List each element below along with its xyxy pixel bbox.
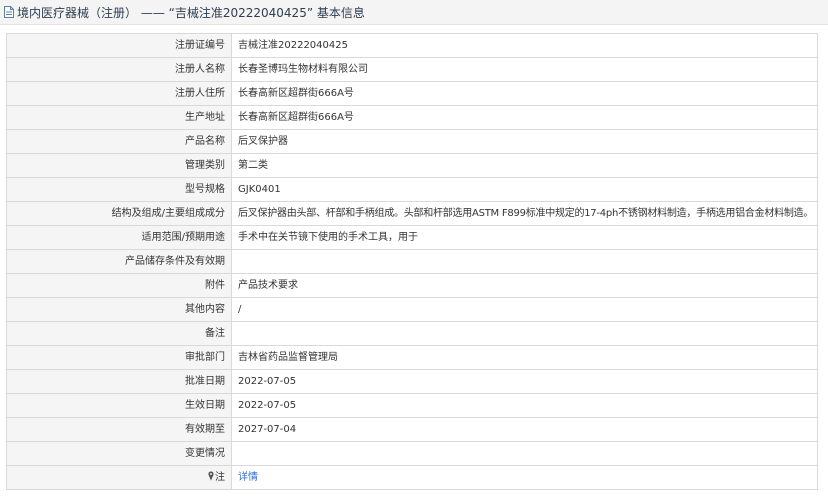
table-row: 结构及组成/主要组成成分 后叉保护器由头部、杆部和手柄组成。头部和杆部选用AST… bbox=[6, 201, 818, 226]
table-row: 型号规格 GJK0401 bbox=[6, 177, 818, 202]
table-row: 批准日期 2022-07-05 bbox=[6, 369, 818, 394]
table-row: 变更情况 bbox=[6, 441, 818, 466]
info-table-container: 注册证编号 吉械注准20222040425 注册人名称 长春圣博玛生物材料有限公… bbox=[6, 33, 818, 490]
row-value bbox=[231, 441, 818, 466]
row-label: 批准日期 bbox=[6, 369, 232, 394]
row-value: 长春高新区超群街666A号 bbox=[231, 81, 818, 106]
table-row: 注册证编号 吉械注准20222040425 bbox=[6, 33, 818, 58]
row-value: 产品技术要求 bbox=[231, 273, 818, 298]
table-row: 产品名称 后叉保护器 bbox=[6, 129, 818, 154]
row-label: 附件 bbox=[6, 273, 232, 298]
row-value: 手术中在关节镜下使用的手术工具，用于 bbox=[231, 225, 818, 250]
row-value: 2027-07-04 bbox=[231, 417, 818, 442]
row-value: GJK0401 bbox=[231, 177, 818, 202]
note-label: 注 bbox=[215, 472, 225, 483]
row-value: 第二类 bbox=[231, 153, 818, 178]
table-row: 审批部门 吉林省药品监督管理局 bbox=[6, 345, 818, 370]
table-row: 注册人住所 长春高新区超群街666A号 bbox=[6, 81, 818, 106]
document-icon bbox=[4, 6, 14, 18]
row-value: 长春圣博玛生物材料有限公司 bbox=[231, 57, 818, 82]
row-value: 长春高新区超群街666A号 bbox=[231, 105, 818, 130]
row-label: 变更情况 bbox=[6, 441, 232, 466]
map-pin-icon bbox=[208, 471, 214, 481]
table-row: 附件 产品技术要求 bbox=[6, 273, 818, 298]
table-row: 生产地址 长春高新区超群街666A号 bbox=[6, 105, 818, 130]
row-label: 生产地址 bbox=[6, 105, 232, 130]
table-row: 其他内容 / bbox=[6, 297, 818, 322]
row-value: 吉林省药品监督管理局 bbox=[231, 345, 818, 370]
note-label-cell: 注 bbox=[6, 465, 232, 490]
row-value: 2022-07-05 bbox=[231, 393, 818, 418]
info-table: 注册证编号 吉械注准20222040425 注册人名称 长春圣博玛生物材料有限公… bbox=[6, 33, 818, 490]
page-title: 境内医疗器械（注册） —— “吉械注准20222040425” 基本信息 bbox=[17, 5, 365, 20]
row-label: 产品名称 bbox=[6, 129, 232, 154]
row-label: 注册人名称 bbox=[6, 57, 232, 82]
row-value: 2022-07-05 bbox=[231, 369, 818, 394]
row-value: 吉械注准20222040425 bbox=[231, 33, 818, 58]
row-label: 生效日期 bbox=[6, 393, 232, 418]
note-value-cell: 详情 bbox=[231, 465, 818, 490]
row-value bbox=[231, 321, 818, 346]
table-row: 管理类别 第二类 bbox=[6, 153, 818, 178]
row-label: 注册人住所 bbox=[6, 81, 232, 106]
row-label: 型号规格 bbox=[6, 177, 232, 202]
row-label: 结构及组成/主要组成成分 bbox=[6, 201, 232, 226]
row-label: 审批部门 bbox=[6, 345, 232, 370]
row-label: 适用范围/预期用途 bbox=[6, 225, 232, 250]
row-label: 其他内容 bbox=[6, 297, 232, 322]
table-row: 有效期至 2027-07-04 bbox=[6, 417, 818, 442]
row-value: 后叉保护器 bbox=[231, 129, 818, 154]
page-header: 境内医疗器械（注册） —— “吉械注准20222040425” 基本信息 bbox=[0, 0, 828, 25]
row-label: 备注 bbox=[6, 321, 232, 346]
row-value: / bbox=[231, 297, 818, 322]
row-label: 产品储存条件及有效期 bbox=[6, 249, 232, 274]
row-label: 注册证编号 bbox=[6, 33, 232, 58]
table-row: 适用范围/预期用途 手术中在关节镜下使用的手术工具，用于 bbox=[6, 225, 818, 250]
table-row: 产品储存条件及有效期 bbox=[6, 249, 818, 274]
detail-link[interactable]: 详情 bbox=[238, 472, 258, 483]
table-row: 备注 bbox=[6, 321, 818, 346]
row-label: 有效期至 bbox=[6, 417, 232, 442]
row-value: 后叉保护器由头部、杆部和手柄组成。头部和杆部选用ASTM F899标准中规定的1… bbox=[231, 201, 818, 226]
table-row: 注册人名称 长春圣博玛生物材料有限公司 bbox=[6, 57, 818, 82]
table-row: 生效日期 2022-07-05 bbox=[6, 393, 818, 418]
row-label: 管理类别 bbox=[6, 153, 232, 178]
row-value bbox=[231, 249, 818, 274]
note-row: 注 详情 bbox=[6, 465, 818, 490]
